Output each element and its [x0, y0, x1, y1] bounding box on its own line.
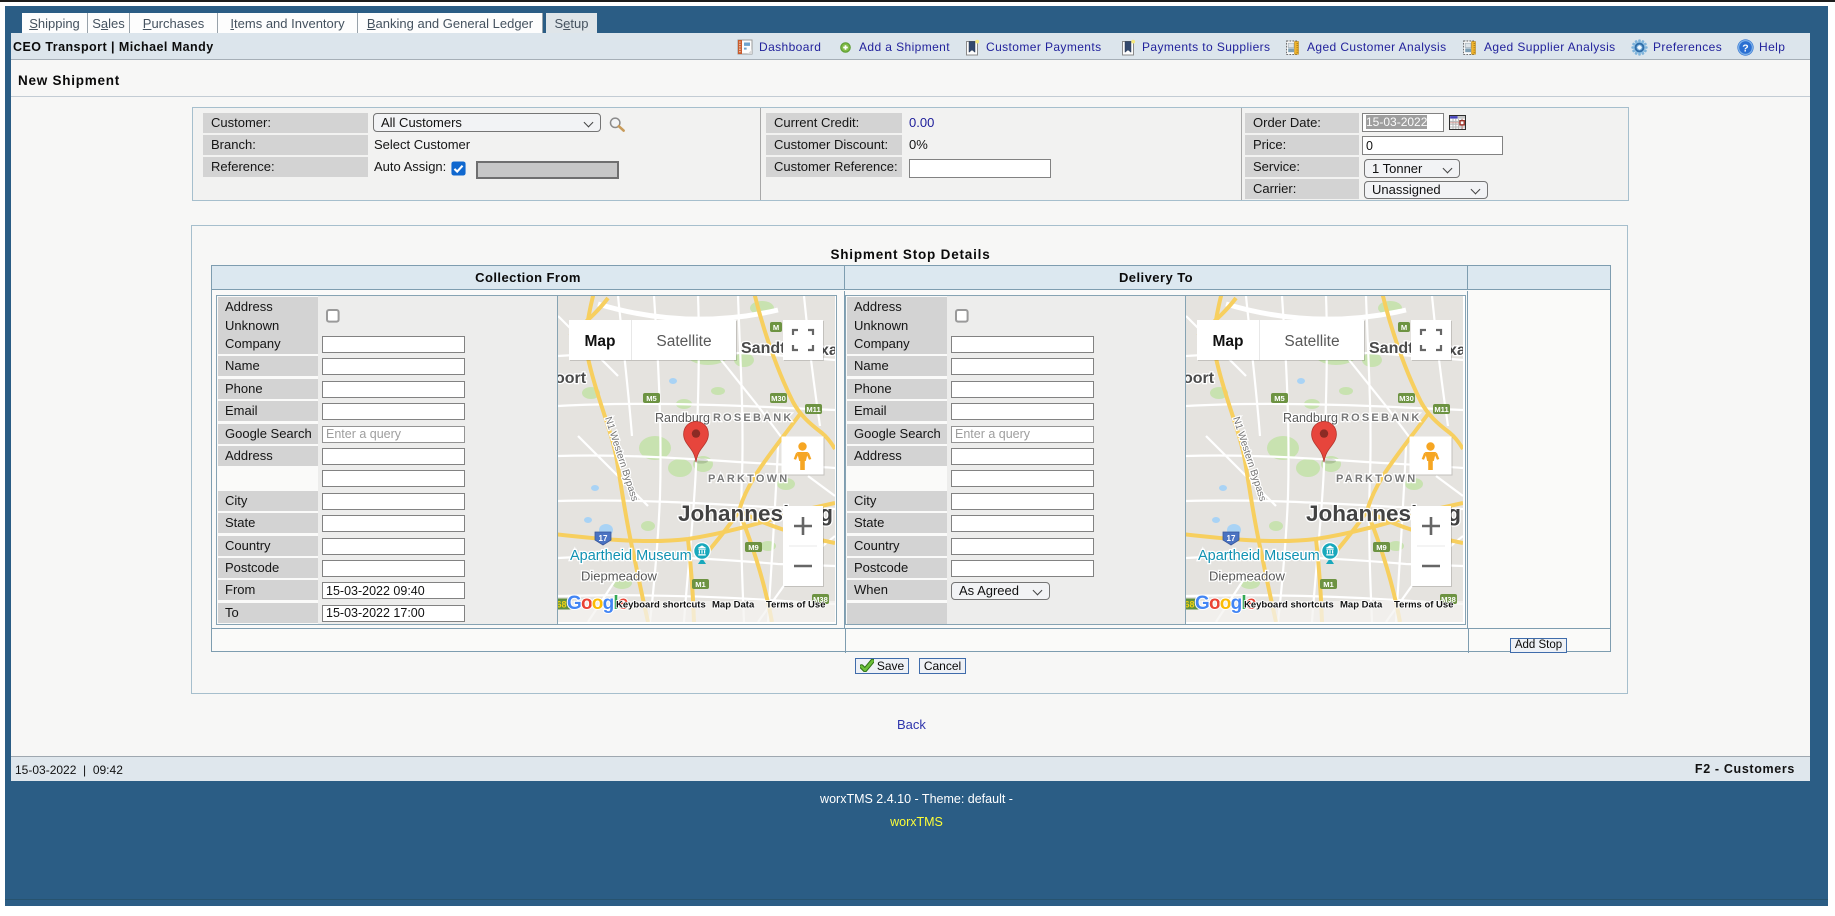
svg-text:Apartheid Museum: Apartheid Museum — [570, 548, 692, 564]
svg-text:Map: Map — [585, 333, 616, 350]
svg-text:17: 17 — [599, 534, 608, 543]
svg-text:Map Data: Map Data — [712, 600, 755, 611]
svg-text:M5: M5 — [646, 394, 657, 403]
svg-text:Keyboard shortcuts: Keyboard shortcuts — [616, 600, 706, 611]
svg-text:68: 68 — [558, 600, 567, 610]
svg-text:M: M — [773, 323, 779, 332]
svg-text:PARKTOWN: PARKTOWN — [708, 473, 789, 485]
svg-text:M11: M11 — [806, 405, 821, 414]
svg-text:Terms of Use: Terms of Use — [766, 600, 825, 611]
svg-text:ROSEBANK: ROSEBANK — [713, 412, 794, 424]
svg-text:Satellite: Satellite — [656, 333, 711, 350]
svg-text:oort: oort — [558, 370, 587, 387]
svg-text:M9: M9 — [748, 543, 759, 552]
svg-text:Diepmeadow: Diepmeadow — [581, 569, 657, 584]
svg-text:M1: M1 — [695, 580, 706, 589]
svg-text:M30: M30 — [771, 394, 786, 403]
svg-text:?: ? — [1742, 43, 1748, 55]
